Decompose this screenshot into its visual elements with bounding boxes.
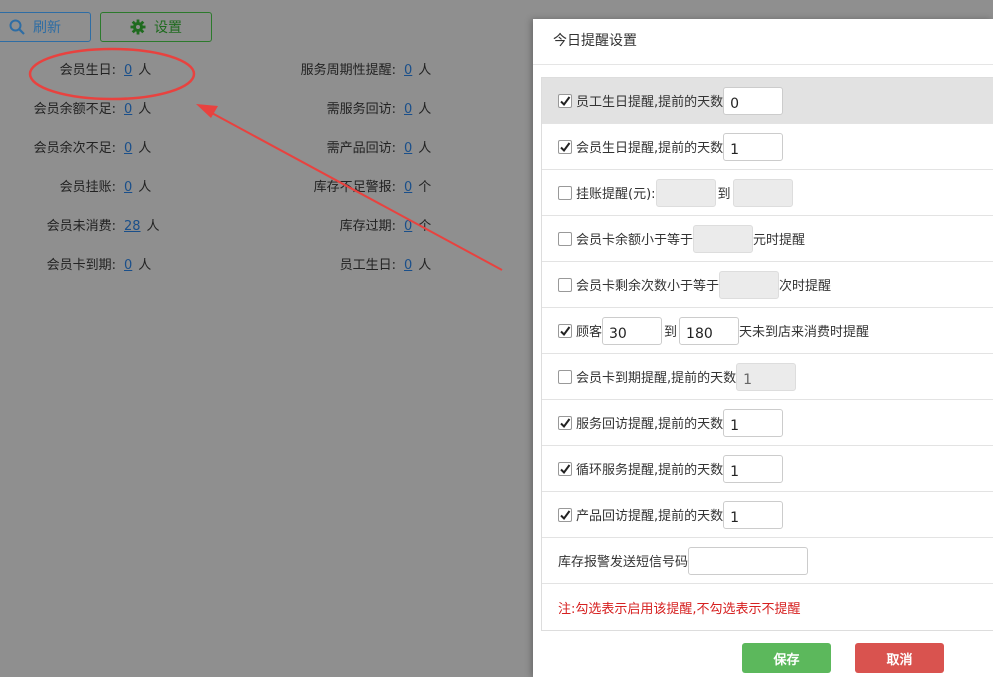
stat-unit: 人 bbox=[418, 102, 432, 117]
row-card-times: 会员卡剩余次数小于等于 次时提醒 bbox=[542, 262, 993, 308]
cancel-button[interactable]: 取消 bbox=[855, 643, 944, 673]
service-visit-days-input[interactable] bbox=[723, 408, 784, 437]
row-member-birthday: 会员生日提醒,提前的天数 bbox=[542, 124, 993, 170]
stat-unit: 个 bbox=[418, 219, 432, 234]
card-expiry-days-input[interactable] bbox=[736, 362, 797, 391]
row-suffix: 天未到店来消费时提醒 bbox=[739, 325, 870, 340]
checkbox-card-times[interactable] bbox=[558, 277, 572, 292]
stat-value-link[interactable]: 0 bbox=[404, 180, 412, 195]
settings-note: 注:勾选表示启用该提醒,不勾选表示不提醒 bbox=[558, 601, 801, 617]
stat-label: 员工生日: bbox=[339, 258, 396, 273]
checkbox-card-balance[interactable] bbox=[558, 231, 572, 246]
customer-from-days-input[interactable] bbox=[602, 316, 663, 345]
checkbox-member-birthday[interactable] bbox=[558, 139, 572, 154]
save-button[interactable]: 保存 bbox=[742, 643, 831, 673]
row-label: 会员生日提醒,提前的天数 bbox=[576, 141, 724, 156]
card-times-input[interactable] bbox=[719, 270, 780, 299]
stat-value-link[interactable]: 0 bbox=[404, 141, 412, 156]
row-label: 库存报警发送短信号码 bbox=[558, 555, 689, 570]
gear-icon bbox=[130, 19, 146, 35]
row-label: 会员卡剩余次数小于等于 bbox=[576, 279, 720, 294]
row-label: 会员卡余额小于等于 bbox=[576, 233, 694, 248]
stat-value-link[interactable]: 0 bbox=[404, 63, 412, 78]
row-label: 挂账提醒(元): bbox=[576, 187, 656, 202]
row-sms-number: 库存报警发送短信号码 bbox=[542, 538, 993, 584]
search-icon bbox=[9, 19, 25, 35]
checkbox-credit[interactable] bbox=[558, 185, 572, 200]
row-card-balance: 会员卡余额小于等于 元时提醒 bbox=[542, 216, 993, 262]
member-birthday-days-input[interactable] bbox=[723, 132, 784, 161]
stat-label: 需服务回访: bbox=[326, 102, 396, 117]
stat-label: 库存不足警报: bbox=[313, 180, 396, 195]
row-label: 产品回访提醒,提前的天数 bbox=[576, 509, 724, 524]
settings-label: 设置 bbox=[154, 20, 182, 36]
stat-value-link[interactable]: 0 bbox=[404, 219, 412, 234]
row-customer-absent: 顾客 到 天未到店来消费时提醒 bbox=[542, 308, 993, 354]
row-label: 员工生日提醒,提前的天数 bbox=[576, 95, 724, 110]
stat-unit: 人 bbox=[418, 141, 432, 156]
row-suffix: 次时提醒 bbox=[779, 279, 832, 294]
row-credit: 挂账提醒(元): 到 bbox=[542, 170, 993, 216]
stat-staff-birthday: 员工生日: 0 人 bbox=[0, 257, 432, 275]
checkbox-service-visit[interactable] bbox=[558, 415, 572, 430]
row-label: 顾客 bbox=[576, 325, 603, 340]
stat-low-stock: 库存不足警报: 0 个 bbox=[0, 179, 432, 197]
row-note: 注:勾选表示启用该提醒,不勾选表示不提醒 bbox=[542, 584, 993, 630]
checkbox-cycle-service[interactable] bbox=[558, 461, 572, 476]
row-suffix: 元时提醒 bbox=[753, 233, 806, 248]
checkbox-staff-birthday[interactable] bbox=[558, 93, 572, 108]
check-icon bbox=[560, 509, 571, 520]
settings-button[interactable]: 设置 bbox=[100, 12, 212, 42]
customer-to-days-input[interactable] bbox=[679, 316, 740, 345]
cycle-service-days-input[interactable] bbox=[723, 454, 784, 483]
checkbox-customer-absent[interactable] bbox=[558, 323, 572, 338]
product-visit-days-input[interactable] bbox=[723, 500, 784, 529]
stat-unit: 人 bbox=[418, 63, 432, 78]
check-icon bbox=[560, 463, 571, 474]
row-card-expiry: 会员卡到期提醒,提前的天数 bbox=[542, 354, 993, 400]
range-separator: 到 bbox=[717, 187, 731, 202]
row-label: 服务回访提醒,提前的天数 bbox=[576, 417, 724, 432]
stat-value-link[interactable]: 0 bbox=[404, 258, 412, 273]
row-staff-birthday: 员工生日提醒,提前的天数 bbox=[542, 78, 993, 124]
stat-unit: 人 bbox=[418, 258, 432, 273]
refresh-label: 刷新 bbox=[33, 20, 61, 36]
staff-birthday-days-input[interactable] bbox=[723, 86, 784, 115]
row-label: 会员卡到期提醒,提前的天数 bbox=[576, 371, 737, 386]
row-service-visit: 服务回访提醒,提前的天数 bbox=[542, 400, 993, 446]
stat-stock-expired: 库存过期: 0 个 bbox=[0, 218, 432, 236]
checkbox-card-expiry[interactable] bbox=[558, 369, 572, 384]
settings-rows: 员工生日提醒,提前的天数 会员生日提醒,提前的天数 挂账提醒(元): 到 会员卡… bbox=[541, 77, 993, 631]
checkbox-product-visit[interactable] bbox=[558, 507, 572, 522]
stat-unit: 个 bbox=[418, 180, 432, 195]
dialog-title: 今日提醒设置 bbox=[533, 19, 993, 65]
stat-label: 服务周期性提醒: bbox=[300, 63, 396, 78]
refresh-button[interactable]: 刷新 bbox=[0, 12, 91, 42]
check-icon bbox=[560, 325, 571, 336]
reminder-settings-dialog: 今日提醒设置 员工生日提醒,提前的天数 会员生日提醒,提前的天数 挂账提醒(元)… bbox=[533, 19, 993, 677]
stat-service-visit: 需服务回访: 0 人 bbox=[0, 101, 432, 119]
credit-to-input[interactable] bbox=[732, 178, 793, 207]
stat-label: 库存过期: bbox=[339, 219, 396, 234]
check-icon bbox=[560, 95, 571, 106]
stat-value-link[interactable]: 0 bbox=[404, 102, 412, 117]
stat-service-cycle: 服务周期性提醒: 0 人 bbox=[0, 62, 432, 80]
row-product-visit: 产品回访提醒,提前的天数 bbox=[542, 492, 993, 538]
row-cycle-service: 循环服务提醒,提前的天数 bbox=[542, 446, 993, 492]
row-label: 循环服务提醒,提前的天数 bbox=[576, 463, 724, 478]
credit-from-input[interactable] bbox=[655, 178, 716, 207]
check-icon bbox=[560, 417, 571, 428]
stat-label: 需产品回访: bbox=[326, 141, 396, 156]
check-icon bbox=[560, 141, 571, 152]
card-balance-input[interactable] bbox=[693, 224, 754, 253]
stat-product-visit: 需产品回访: 0 人 bbox=[0, 140, 432, 158]
sms-number-input[interactable] bbox=[688, 546, 809, 575]
range-separator: 到 bbox=[664, 325, 678, 340]
